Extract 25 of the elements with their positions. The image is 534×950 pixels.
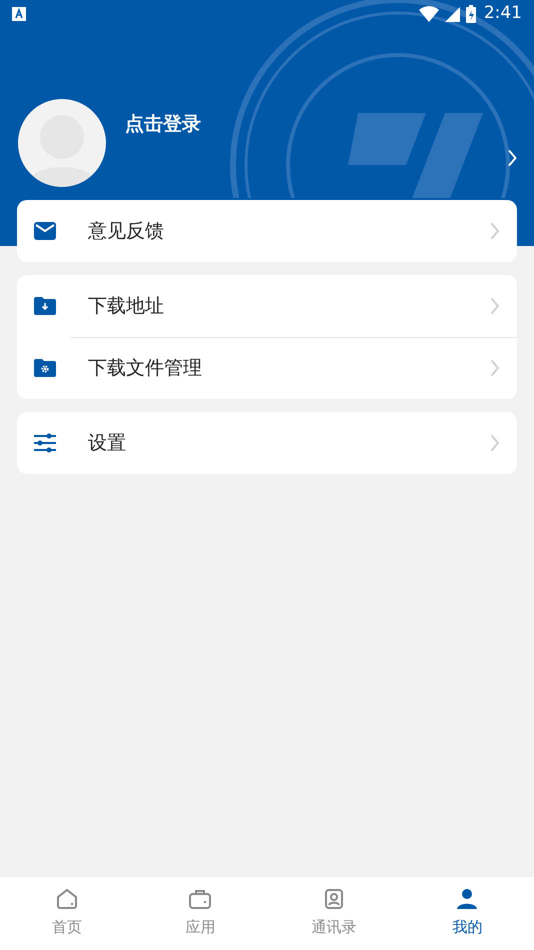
menu-item[interactable]: 下载地址 [17,275,517,337]
menu-item[interactable]: 设置 [17,412,517,474]
status-time: 2:41 [484,2,522,26]
menu-item[interactable]: 意见反馈 [17,200,517,262]
notification-icon [12,7,26,21]
contacts-icon [322,888,345,910]
gear-folder-icon [34,358,56,378]
home-icon [56,888,78,910]
envelope-icon [34,222,56,240]
avatar-icon [18,99,106,187]
briefcase-icon [189,888,212,910]
sliders-icon [34,433,56,453]
wifi-icon [418,6,439,22]
chevron-right-icon [490,222,500,240]
chevron-right-icon [507,149,518,167]
signal-icon [444,6,460,22]
battery-icon [466,5,476,23]
chevron-right-icon [490,434,500,452]
chevron-right-icon [490,297,500,315]
tab-item[interactable]: 我的 [400,877,534,950]
person-icon [456,888,478,910]
download-folder-icon [34,296,56,316]
menu-item[interactable]: 下载文件管理 [17,337,517,399]
chevron-right-icon [490,359,500,377]
login-profile-row[interactable]: 点击登录 [0,99,534,187]
